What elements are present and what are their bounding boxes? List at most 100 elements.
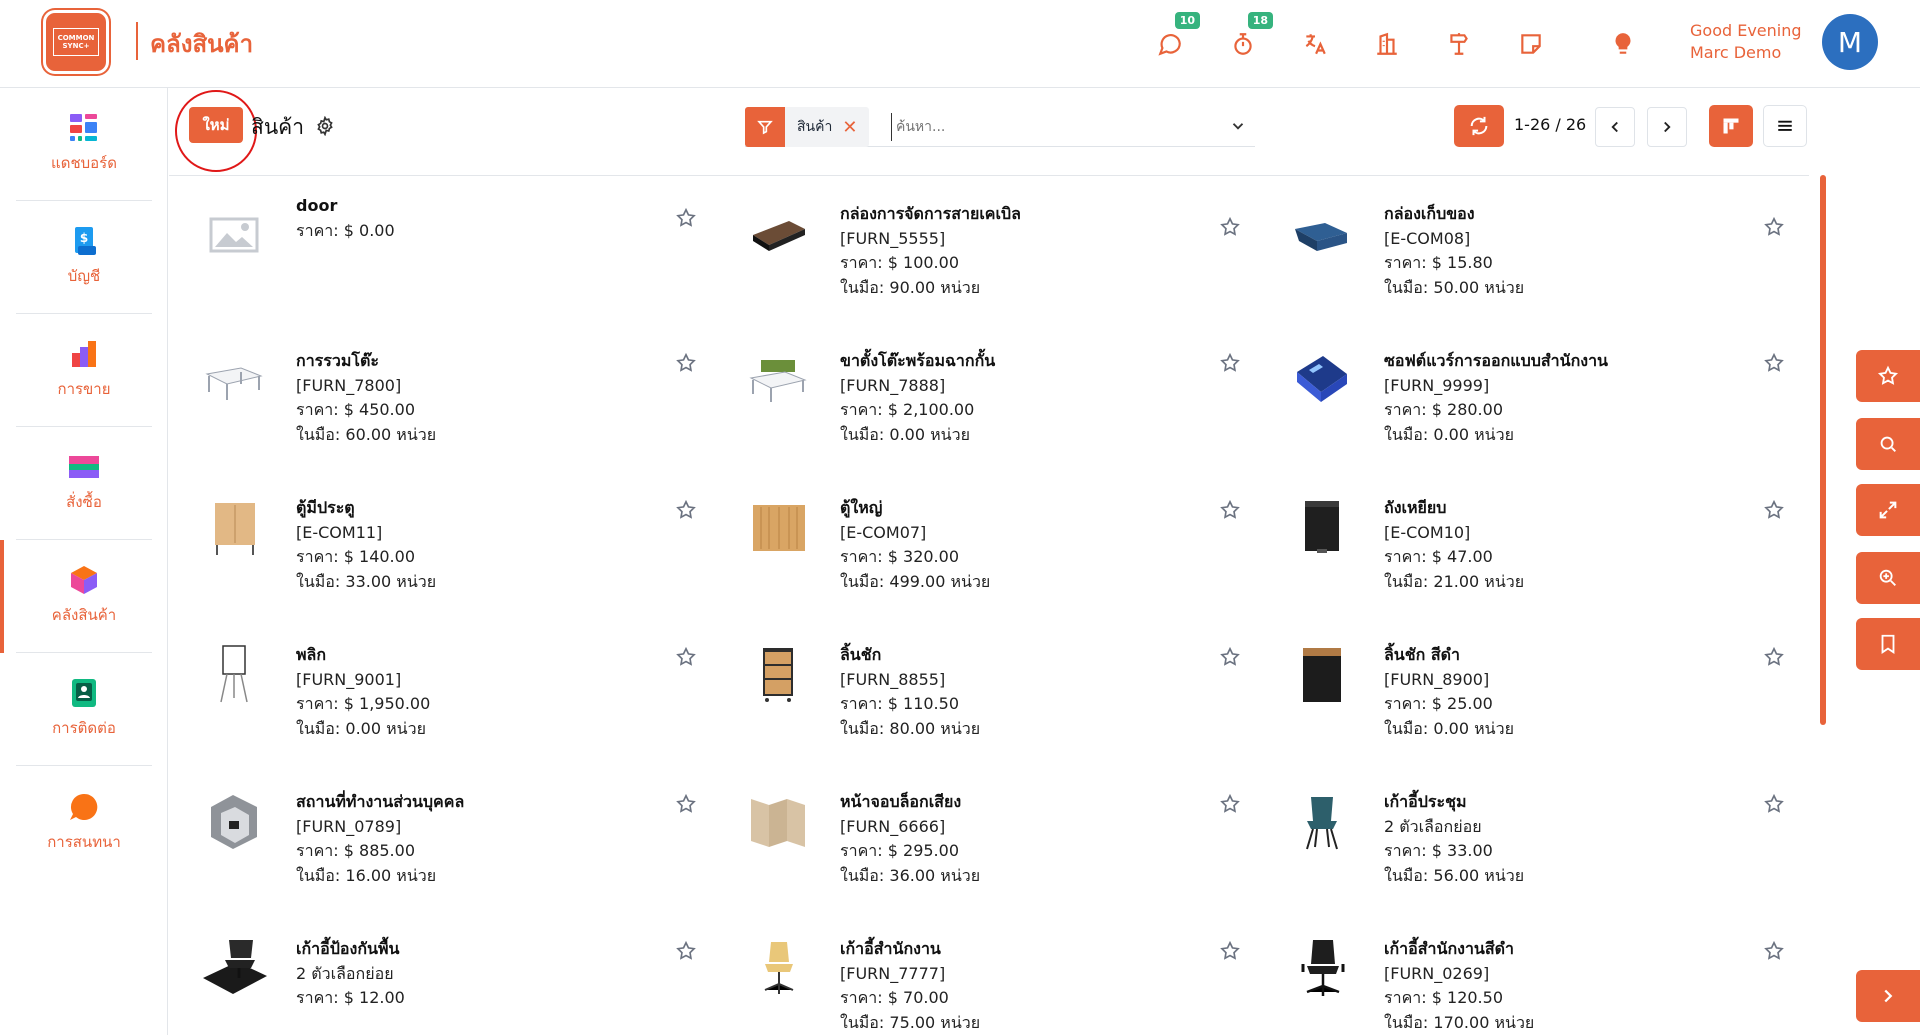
product-card[interactable]: เก้าอี้สำนักงานสีดำ [FURN_0269] ราคา: $ … — [1257, 912, 1801, 1035]
office-chair-image — [764, 942, 794, 994]
star-icon[interactable] — [675, 499, 697, 521]
product-card[interactable]: ขาตั้งโต๊ะพร้อมฉากกั้น [FURN_7888] ราคา:… — [713, 324, 1257, 471]
star-icon[interactable] — [675, 793, 697, 815]
messages-button[interactable]: 10 — [1152, 12, 1200, 62]
pager-next-button[interactable] — [1647, 107, 1687, 147]
star-icon[interactable] — [675, 940, 697, 962]
star-icon[interactable] — [1763, 793, 1785, 815]
fullscreen-float-button[interactable] — [1856, 484, 1920, 536]
sidebar-item-dashboard[interactable]: แดชบอร์ด — [16, 88, 152, 201]
acoustic-screen-image — [751, 799, 805, 847]
product-price: ราคา: $ 295.00 — [840, 841, 959, 860]
company-button[interactable] — [1369, 26, 1405, 62]
product-card[interactable]: ตู้ใหญ่ [E-COM07] ราคา: $ 320.00 ในมือ: … — [713, 471, 1257, 618]
conference-chair-image — [1306, 797, 1338, 850]
product-image — [743, 493, 813, 563]
star-icon[interactable] — [1763, 646, 1785, 668]
new-button[interactable]: ใหม่ — [189, 107, 243, 143]
favorites-float-button[interactable] — [1856, 350, 1920, 402]
software-box-image — [1297, 356, 1347, 402]
brand-separator — [136, 22, 138, 60]
flipchart-image — [220, 645, 248, 703]
star-icon[interactable] — [1219, 216, 1241, 238]
signpost-button[interactable] — [1441, 26, 1477, 62]
product-card[interactable]: การรวมโต๊ะ [FURN_7800] ราคา: $ 450.00 ใน… — [169, 324, 713, 471]
sidebar-item-discuss[interactable]: การสนทนา — [16, 766, 152, 879]
accounting-icon: $ — [75, 227, 96, 255]
star-icon[interactable] — [1219, 352, 1241, 374]
app-title[interactable]: คลังสินค้า — [150, 24, 253, 63]
sidebar-item-inventory[interactable]: คลังสินค้า — [0, 540, 152, 653]
product-image — [1287, 640, 1357, 710]
product-image — [743, 199, 813, 269]
image-placeholder-icon — [209, 217, 259, 253]
product-card[interactable]: พลิก [FURN_9001] ราคา: $ 1,950.00 ในมือ:… — [169, 618, 713, 765]
product-onhand: ในมือ: 0.00 หน่วย — [1384, 424, 1514, 444]
product-card[interactable]: กล่องเก็บของ [E-COM08] ราคา: $ 15.80 ในม… — [1257, 177, 1801, 324]
language-button[interactable] — [1297, 26, 1333, 62]
product-onhand: ในมือ: 75.00 หน่วย — [840, 1012, 981, 1032]
product-image — [199, 493, 269, 563]
product-card[interactable]: เก้าอี้สำนักงาน [FURN_7777] ราคา: $ 70.0… — [713, 912, 1257, 1035]
activities-button[interactable]: 18 — [1225, 12, 1273, 62]
product-card[interactable]: สถานที่ทำงานส่วนบุคคล [FURN_0789] ราคา: … — [169, 765, 713, 912]
product-card[interactable]: ลิ้นชัก [FURN_8855] ราคา: $ 110.50 ในมือ… — [713, 618, 1257, 765]
star-icon[interactable] — [1219, 499, 1241, 521]
sidebar-item-accounting[interactable]: $ บัญชี — [16, 201, 152, 314]
product-card[interactable]: กล่องการจัดการสายเคเบิล [FURN_5555] ราคา… — [713, 177, 1257, 324]
app-logo[interactable]: COMMON SYNC+ — [43, 10, 109, 74]
product-price: ราคา: $ 70.00 — [840, 988, 949, 1007]
star-icon[interactable] — [675, 207, 697, 229]
product-card[interactable]: ลิ้นชัก สีดำ [FURN_8900] ราคา: $ 25.00 ใ… — [1257, 618, 1801, 765]
activities-badge: 18 — [1247, 12, 1273, 29]
product-card[interactable]: หน้าจอบล็อกเสียง [FURN_6666] ราคา: $ 295… — [713, 765, 1257, 912]
star-icon[interactable] — [1763, 216, 1785, 238]
sidebar-item-label: การสนทนา — [47, 832, 121, 851]
notes-button[interactable] — [1513, 26, 1549, 62]
product-card[interactable]: door ราคา: $ 0.00 — [169, 177, 713, 324]
star-icon[interactable] — [675, 646, 697, 668]
product-ref: [FURN_8855] — [840, 669, 946, 689]
bookmark-float-button[interactable] — [1856, 618, 1920, 670]
product-card[interactable]: เก้าอี้ประชุม 2 ตัวเลือกย่อย ราคา: $ 33.… — [1257, 765, 1801, 912]
product-ref: [FURN_9001] — [296, 669, 402, 689]
sidebar-item-contacts[interactable]: การติดต่อ — [16, 653, 152, 766]
star-icon[interactable] — [675, 352, 697, 374]
star-icon[interactable] — [1763, 940, 1785, 962]
signpost-icon — [1450, 33, 1468, 55]
pager-previous-button[interactable] — [1595, 107, 1635, 147]
facet-remove-button[interactable]: ✕ — [842, 117, 869, 138]
search-input[interactable] — [891, 113, 1211, 141]
search-float-button[interactable] — [1856, 418, 1920, 470]
star-icon[interactable] — [1763, 499, 1785, 521]
zoom-float-button[interactable] — [1856, 552, 1920, 604]
gear-icon[interactable] — [315, 116, 335, 136]
product-card[interactable]: ซอฟต์แวร์การออกแบบสำนักงาน [FURN_9999] ร… — [1257, 324, 1801, 471]
product-price: ราคา: $ 110.50 — [840, 694, 959, 713]
product-card[interactable]: ถังเหยียบ [E-COM10] ราคา: $ 47.00 ในมือ:… — [1257, 471, 1801, 618]
star-icon[interactable] — [1219, 940, 1241, 962]
tips-button[interactable] — [1605, 26, 1641, 62]
product-card[interactable]: เก้าอี้ป้องกันพื้น 2 ตัวเลือกย่อย ราคา: … — [169, 912, 713, 1035]
refresh-button[interactable] — [1454, 105, 1504, 147]
sidebar-item-sales[interactable]: การขาย — [16, 314, 152, 427]
product-card[interactable]: ตู้มีประตู [E-COM11] ราคา: $ 140.00 ในมื… — [169, 471, 713, 618]
user-avatar[interactable]: M — [1822, 14, 1878, 70]
product-ref: [FURN_7800] — [296, 375, 402, 395]
star-icon[interactable] — [1219, 646, 1241, 668]
kanban-scrollbar[interactable] — [1820, 175, 1826, 725]
expand-panel-button[interactable] — [1856, 970, 1920, 1022]
list-view-button[interactable] — [1763, 105, 1807, 147]
product-kanban: door ราคา: $ 0.00 กล่องการจัดการสายเคเบิ… — [169, 177, 1809, 1035]
product-name: เก้าอี้ป้องกันพื้น — [296, 939, 400, 958]
kanban-view-button[interactable] — [1709, 105, 1753, 147]
product-name: ลิ้นชัก — [840, 645, 882, 664]
filter-facet-icon — [745, 107, 785, 147]
dashboard-icon — [70, 114, 97, 141]
chevron-down-icon[interactable] — [1229, 117, 1247, 135]
star-icon[interactable] — [1763, 352, 1785, 374]
black-office-chair-image — [1301, 940, 1345, 996]
pager-value[interactable]: 1-26 / 26 — [1514, 115, 1586, 134]
sidebar-item-purchase[interactable]: สั่งซื้อ — [16, 427, 152, 540]
star-icon[interactable] — [1219, 793, 1241, 815]
